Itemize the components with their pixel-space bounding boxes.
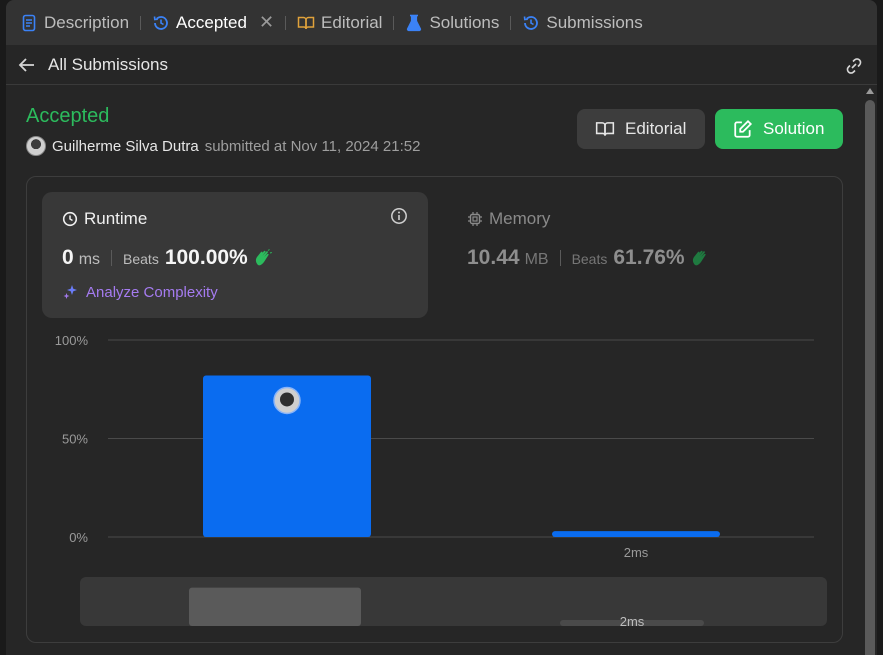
memory-title-text: Memory	[489, 209, 551, 228]
submitter-info: Guilherme Silva Dutra submitted at Nov 1…	[26, 136, 420, 156]
tab-submissions[interactable]: Submissions	[518, 0, 646, 45]
metric-divider	[559, 250, 561, 266]
tab-bar: Description Accepted ✕ Editorial Solutio…	[6, 0, 877, 45]
username[interactable]: Guilherme Silva Dutra	[52, 138, 199, 155]
scroll-up-icon[interactable]	[866, 88, 874, 94]
editorial-button[interactable]: Editorial	[577, 109, 705, 149]
tab-label: Description	[44, 12, 130, 32]
solution-button-label: Solution	[763, 119, 825, 138]
tab-accepted[interactable]: Accepted ✕	[148, 0, 278, 45]
chart-range-selector[interactable]	[80, 577, 827, 626]
memory-metrics: 10.44 MB Beats 61.76%	[467, 246, 710, 270]
status-label: Accepted	[26, 105, 110, 127]
scrollbar[interactable]	[865, 88, 875, 655]
clap-icon	[255, 249, 272, 266]
memory-value: 10.44	[467, 246, 520, 269]
submission-time: submitted at Nov 11, 2024 21:52	[204, 137, 421, 155]
close-tab-icon[interactable]: ✕	[259, 12, 274, 33]
book-icon	[595, 122, 615, 136]
link-icon[interactable]	[843, 55, 865, 77]
back-arrow-icon[interactable]	[16, 54, 38, 76]
book-icon	[297, 16, 315, 29]
analyze-complexity-label: Analyze Complexity	[86, 283, 218, 301]
sparkle-icon	[63, 285, 77, 299]
scroll-thumb[interactable]	[865, 100, 875, 655]
runtime-title-text: Runtime	[84, 209, 148, 228]
stats-panel: Runtime 0 ms Beats 100.00% Analyze Compl…	[26, 176, 843, 643]
runtime-metrics: 0 ms Beats 100.00%	[62, 246, 273, 270]
solution-button[interactable]: Solution	[715, 109, 843, 149]
runtime-card[interactable]: Runtime 0 ms Beats 100.00% Analyze Compl…	[42, 192, 428, 318]
runtime-title: Runtime	[62, 209, 147, 229]
memory-title: Memory	[467, 209, 550, 229]
clap-icon	[692, 250, 706, 266]
info-icon[interactable]	[390, 207, 408, 225]
memory-card[interactable]: Memory 10.44 MB Beats 61.76%	[447, 192, 827, 318]
history-icon	[524, 15, 539, 30]
submission-header: All Submissions	[6, 45, 877, 85]
runtime-value: 0	[62, 246, 74, 269]
memory-unit: MB	[524, 251, 549, 268]
edit-icon	[734, 119, 753, 138]
tab-divider	[285, 15, 287, 30]
tab-description[interactable]: Description	[16, 0, 133, 45]
editorial-button-label: Editorial	[625, 119, 687, 138]
tab-label: Solutions	[429, 12, 500, 32]
tab-divider	[510, 15, 512, 30]
submission-panel: Description Accepted ✕ Editorial Solutio…	[6, 0, 877, 655]
description-icon	[22, 14, 36, 31]
beats-label: Beats	[123, 251, 159, 267]
all-submissions-link[interactable]: All Submissions	[48, 55, 168, 75]
runtime-unit: ms	[78, 251, 101, 268]
tab-solutions[interactable]: Solutions	[401, 0, 503, 45]
metric-divider	[111, 250, 113, 266]
tab-divider	[140, 15, 142, 30]
tab-editorial[interactable]: Editorial	[293, 0, 386, 45]
tab-label: Submissions	[546, 12, 643, 32]
runtime-beats-value: 100.00%	[164, 246, 248, 269]
chip-icon	[468, 212, 482, 226]
tab-label: Editorial	[321, 12, 383, 32]
flask-icon	[407, 14, 422, 31]
tab-label: Accepted	[176, 12, 247, 32]
history-icon	[153, 15, 168, 30]
avatar[interactable]	[26, 136, 46, 156]
analyze-complexity-link[interactable]: Analyze Complexity	[62, 283, 218, 301]
beats-label: Beats	[571, 251, 608, 267]
memory-beats-value: 61.76%	[613, 246, 685, 269]
tab-divider	[393, 15, 395, 30]
clock-icon	[62, 211, 78, 227]
